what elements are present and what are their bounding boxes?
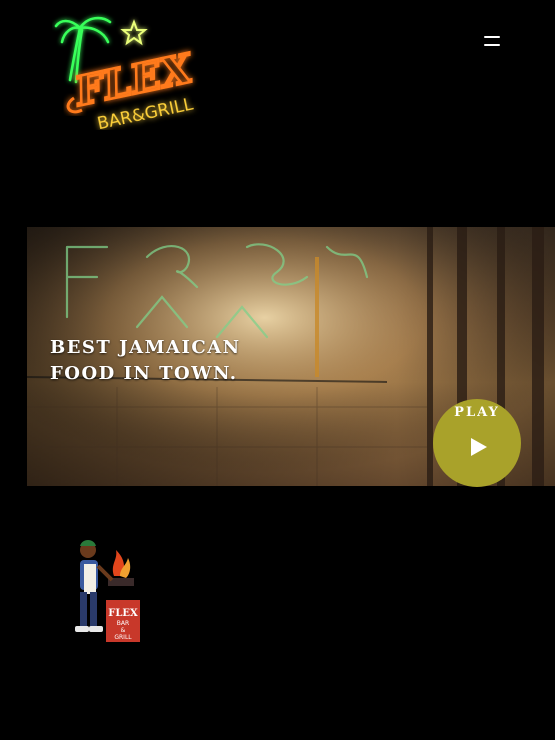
- mascot-sign-amp: &: [121, 627, 126, 634]
- play-icon: [471, 438, 487, 456]
- play-label: PLAY: [454, 405, 500, 420]
- hero-headline-line-1: BEST JAMAICAN: [50, 337, 241, 358]
- flex-bar-grill-logo[interactable]: FLEX BAR&GRILL: [52, 8, 212, 130]
- mascot-sign-bar: BAR: [117, 620, 129, 627]
- hamburger-menu-button[interactable]: [480, 32, 506, 52]
- menu-line: [484, 36, 500, 38]
- hero-headline: BEST JAMAICAN FOOD IN TOWN.: [50, 335, 241, 387]
- chef-mascot-illustration: FLEX BAR & GRILL: [75, 540, 140, 642]
- mascot-sign-grill: GRILL: [114, 634, 132, 641]
- hero-headline-line-2: FOOD IN TOWN.: [50, 363, 238, 384]
- menu-line: [484, 44, 500, 46]
- mascot-sign-flex: FLEX: [108, 608, 138, 619]
